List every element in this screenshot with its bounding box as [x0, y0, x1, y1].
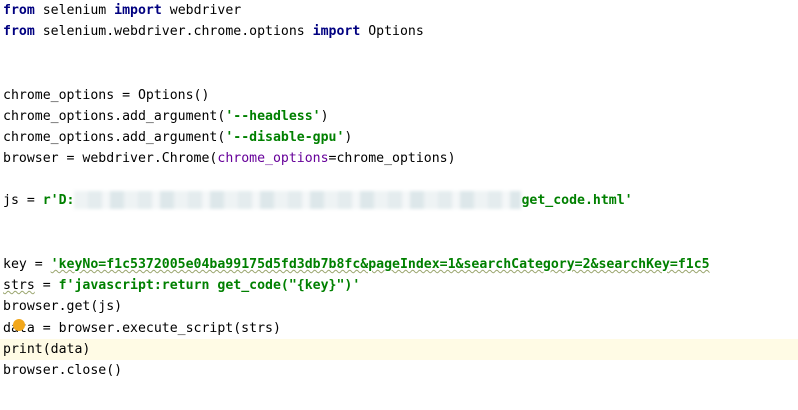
code-text: key =	[3, 257, 51, 272]
code-text: print(data)	[3, 342, 91, 357]
string-literal: f'javascript:return get_code("{key}")'	[58, 278, 361, 293]
redacted-path	[74, 191, 522, 209]
code-line-17-current[interactable]: print(data)	[0, 339, 798, 360]
code-line-10[interactable]: js = r'D: get_code.html'	[0, 190, 798, 211]
code-text: selenium.webdriver.chrome.options	[34, 24, 313, 39]
code-text: browser = webdriver.Chrome(	[3, 151, 218, 166]
code-text: data = browser.execute_script(strs)	[3, 321, 281, 336]
code-line-18[interactable]: browser.close()	[0, 360, 798, 381]
keyword: import	[114, 3, 162, 18]
code-line-16[interactable]: data = browser.execute_script(strs)	[0, 318, 798, 339]
code-line-8[interactable]: browser = webdriver.Chrome(chrome_option…	[0, 148, 798, 169]
keyword-argument: chrome_options	[217, 151, 329, 166]
code-text: Options	[360, 24, 424, 39]
string-literal: get_code.html'	[521, 193, 633, 208]
code-text: chrome_options.add_argument(	[3, 109, 226, 124]
code-line-14[interactable]: strs = f'javascript:return get_code("{ke…	[0, 275, 798, 296]
code-text: =chrome_options)	[328, 151, 456, 166]
code-line-13[interactable]: key = 'keyNo=f1c5372005e04ba99175d5fd3db…	[0, 254, 798, 275]
lightbulb-icon[interactable]	[13, 319, 25, 331]
string-literal: 'keyNo=f1c5372005e04ba99175d5fd3db7b8fc&…	[50, 257, 710, 272]
variable: strs	[3, 278, 35, 293]
string-literal: '--disable-gpu'	[225, 130, 345, 145]
code-text: browser.close()	[3, 363, 123, 378]
code-line-5[interactable]: chrome_options = Options()	[0, 85, 798, 106]
code-line-1[interactable]: from selenium import webdriver	[0, 0, 798, 21]
code-text: =	[34, 278, 59, 293]
keyword: from	[3, 24, 35, 39]
code-text: js =	[3, 193, 43, 208]
string-literal: '--headless'	[225, 109, 321, 124]
string-literal: r'D:	[42, 193, 75, 208]
code-text: selenium	[34, 3, 115, 18]
code-text: browser.get(js)	[3, 299, 123, 314]
code-line-6[interactable]: chrome_options.add_argument('--headless'…	[0, 106, 798, 127]
code-line-2[interactable]: from selenium.webdriver.chrome.options i…	[0, 21, 798, 42]
code-text: )	[320, 109, 329, 124]
code-text: chrome_options.add_argument(	[3, 130, 226, 145]
keyword: import	[312, 24, 361, 39]
code-text: chrome_options = Options()	[3, 88, 210, 103]
code-line-7[interactable]: chrome_options.add_argument('--disable-g…	[0, 127, 798, 148]
code-text: )	[344, 130, 353, 145]
code-line-15[interactable]: browser.get(js)	[0, 296, 798, 317]
code-editor[interactable]: from selenium import webdriver from sele…	[0, 0, 798, 410]
keyword: from	[3, 3, 35, 18]
code-text: webdriver	[161, 3, 242, 18]
